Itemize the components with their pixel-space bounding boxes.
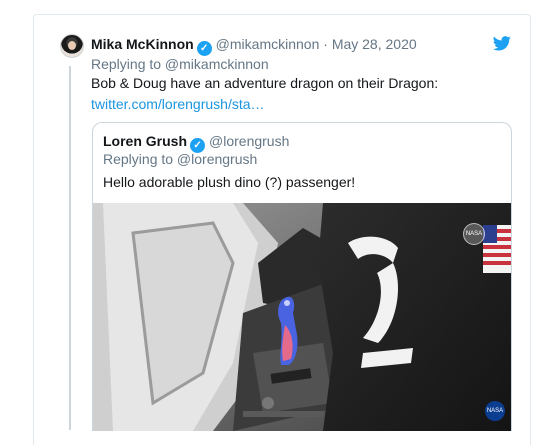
quoted-tweet-header: Loren Grush ✓ @lorengrush bbox=[103, 133, 289, 153]
quoted-author-handle[interactable]: @lorengrush bbox=[209, 133, 289, 149]
tweet-link[interactable]: twitter.com/lorengrush/sta… bbox=[91, 96, 265, 112]
author-avatar[interactable] bbox=[60, 34, 84, 58]
tweet-header: Mika McKinnon ✓ @mikamckinnon · May 28, 20… bbox=[91, 36, 417, 56]
header-separator: · bbox=[323, 36, 328, 52]
quoted-author-name[interactable]: Loren Grush bbox=[103, 133, 187, 149]
tweet-text: Bob & Doug have an adventure dragon on t… bbox=[91, 75, 439, 91]
author-handle[interactable]: @mikamckinnon bbox=[216, 36, 320, 52]
quoted-tweet[interactable]: Loren Grush ✓ @lorengrush Replying to @lor… bbox=[92, 122, 512, 431]
thread-connector-line bbox=[69, 66, 71, 430]
nasa-watermark-top: NASA bbox=[463, 223, 485, 245]
nasa-logo-icon: NASA bbox=[485, 401, 505, 421]
verified-badge-icon: ✓ bbox=[196, 41, 212, 56]
quoted-replying-to-label[interactable]: Replying to @lorengrush bbox=[103, 151, 257, 167]
replying-to-label[interactable]: Replying to @mikamckinnon bbox=[91, 56, 269, 72]
twitter-bird-icon[interactable] bbox=[493, 36, 511, 51]
tweet-date[interactable]: May 28, 2020 bbox=[332, 36, 417, 52]
author-name[interactable]: Mika McKinnon bbox=[91, 36, 194, 52]
quoted-tweet-media-image[interactable]: NASA NASA bbox=[93, 203, 511, 431]
quoted-tweet-text: Hello adorable plush dino (?) passenger! bbox=[103, 174, 356, 190]
